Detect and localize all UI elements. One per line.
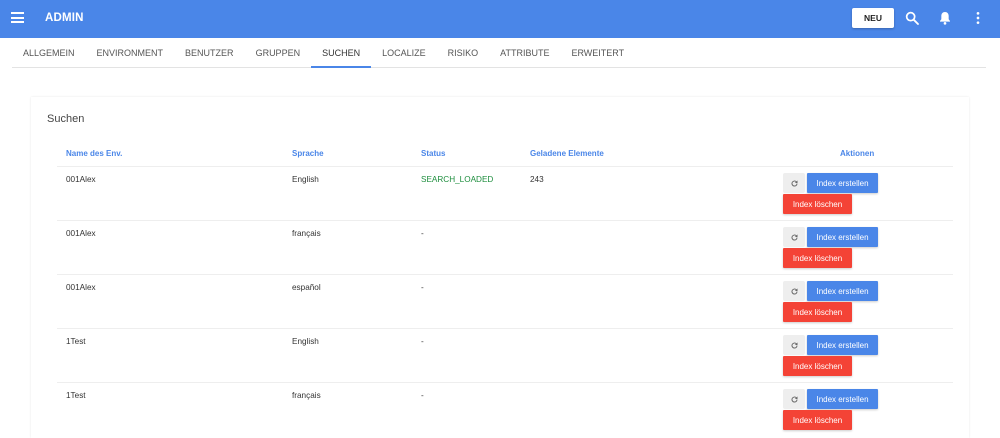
refresh-button[interactable] (783, 389, 805, 409)
menu-icon[interactable] (11, 12, 24, 23)
cell-status: - (421, 283, 424, 292)
new-button[interactable]: NEU (852, 8, 894, 28)
tab-benutzer[interactable]: BENUTZER (174, 38, 245, 67)
refresh-icon (791, 287, 798, 295)
delete-index-button[interactable]: Index löschen (783, 410, 852, 430)
admin-tabs: ALLGEMEIN ENVIRONMENT BENUTZER GRUPPEN S… (12, 38, 986, 68)
search-icon[interactable] (904, 10, 920, 26)
cell-language: English (292, 337, 319, 346)
cell-env-name: 1Test (66, 337, 86, 346)
cell-env-name: 001Alex (66, 229, 96, 238)
tab-erweitert[interactable]: ERWEITERT (560, 38, 635, 67)
refresh-button[interactable] (783, 227, 805, 247)
column-header-status[interactable]: Status (421, 149, 445, 158)
delete-index-button[interactable]: Index löschen (783, 248, 852, 268)
section-title: Suchen (47, 113, 85, 125)
cell-env-name: 001Alex (66, 175, 96, 184)
tab-gruppen[interactable]: GRUPPEN (245, 38, 312, 67)
delete-index-button[interactable]: Index löschen (783, 356, 852, 376)
table-row: 1Test français - Index erstellen Index l… (57, 383, 953, 437)
refresh-icon (791, 233, 798, 241)
cell-status: - (421, 229, 424, 238)
tab-environment[interactable]: ENVIRONMENT (86, 38, 175, 67)
cell-status: - (421, 391, 424, 400)
tab-localize[interactable]: LOCALIZE (371, 38, 437, 67)
table-row: 001Alex español - Index erstellen Index … (57, 275, 953, 329)
search-card: Suchen Name des Env. Sprache Status Gela… (31, 97, 969, 438)
app-title: ADMIN (45, 12, 84, 24)
create-index-button[interactable]: Index erstellen (807, 227, 878, 247)
refresh-button[interactable] (783, 173, 805, 193)
tab-risiko[interactable]: RISIKO (437, 38, 490, 67)
refresh-button[interactable] (783, 281, 805, 301)
create-index-button[interactable]: Index erstellen (807, 281, 878, 301)
column-header-env-name[interactable]: Name des Env. (66, 149, 122, 158)
cell-language: français (292, 391, 321, 400)
delete-index-button[interactable]: Index löschen (783, 302, 852, 322)
refresh-icon (791, 179, 798, 187)
cell-language: français (292, 229, 321, 238)
delete-index-button[interactable]: Index löschen (783, 194, 852, 214)
more-vert-icon[interactable] (970, 10, 986, 26)
refresh-button[interactable] (783, 335, 805, 355)
cell-language: español (292, 283, 321, 292)
table-row: 1Test English - Index erstellen Index lö… (57, 329, 953, 383)
tab-suchen[interactable]: SUCHEN (311, 38, 372, 68)
cell-env-name: 1Test (66, 391, 86, 400)
table-row: 001Alex English SEARCH_LOADED 243 Index … (57, 167, 953, 221)
cell-status: SEARCH_LOADED (421, 175, 494, 184)
cell-status: - (421, 337, 424, 346)
column-header-language[interactable]: Sprache (292, 149, 324, 158)
table-header: Name des Env. Sprache Status Geladene El… (57, 149, 953, 167)
bell-icon[interactable] (937, 10, 953, 26)
column-header-actions: Aktionen (840, 149, 875, 158)
cell-language: English (292, 175, 319, 184)
app-bar: ADMIN NEU (0, 0, 1000, 38)
refresh-icon (791, 395, 798, 403)
create-index-button[interactable]: Index erstellen (807, 173, 878, 193)
refresh-icon (791, 341, 798, 349)
cell-env-name: 001Alex (66, 283, 96, 292)
create-index-button[interactable]: Index erstellen (807, 335, 878, 355)
tab-allgemein[interactable]: ALLGEMEIN (12, 38, 86, 67)
tab-attribute[interactable]: ATTRIBUTE (489, 38, 560, 67)
column-header-loaded[interactable]: Geladene Elemente (530, 149, 604, 158)
create-index-button[interactable]: Index erstellen (807, 389, 878, 409)
table-row: 001Alex français - Index erstellen Index… (57, 221, 953, 275)
cell-loaded: 243 (530, 175, 544, 184)
